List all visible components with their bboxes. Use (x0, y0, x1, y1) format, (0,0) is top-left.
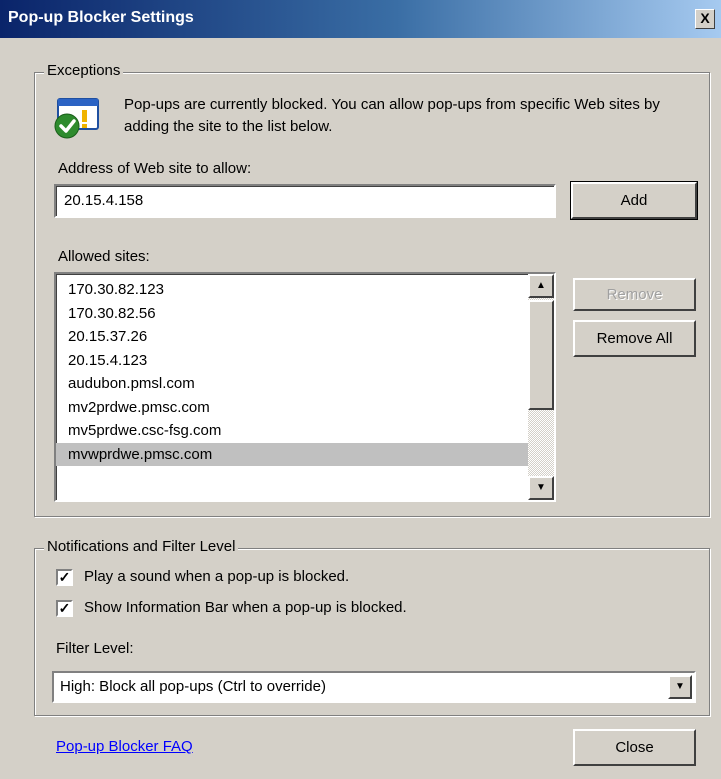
address-input[interactable]: 20.15.4.158 (54, 184, 556, 218)
filter-level-select[interactable]: High: Block all pop-ups (Ctrl to overrid… (52, 671, 696, 703)
add-button-label: Add (620, 192, 648, 209)
arrow-down-icon: ▼ (536, 482, 546, 493)
scroll-up-button[interactable]: ▲ (528, 274, 554, 298)
close-button-label: Close (615, 739, 654, 756)
remove-all-button-label: Remove All (596, 330, 673, 347)
list-item[interactable]: 170.30.82.123 (56, 278, 538, 302)
allowed-sites-list[interactable]: 170.30.82.123 170.30.82.56 20.15.37.26 2… (54, 272, 556, 502)
info-bar-label[interactable]: Show Information Bar when a pop-up is bl… (84, 599, 407, 616)
list-item[interactable]: mv2prdwe.pmsc.com (56, 396, 538, 420)
list-item[interactable]: 20.15.4.123 (56, 349, 538, 373)
list-item[interactable]: 170.30.82.56 (56, 302, 538, 326)
chevron-down-icon: ▼ (675, 681, 685, 692)
window-close-button[interactable]: X (695, 9, 715, 29)
allowed-sites-label: Allowed sites: (58, 248, 150, 265)
list-item[interactable]: mv5prdwe.csc-fsg.com (56, 419, 538, 443)
list-item[interactable]: audubon.pmsl.com (56, 372, 538, 396)
remove-button-label: Remove (606, 286, 663, 303)
window-title: Pop-up Blocker Settings (8, 9, 194, 26)
play-sound-label[interactable]: Play a sound when a pop-up is blocked. (84, 568, 349, 585)
arrow-up-icon: ▲ (536, 280, 546, 291)
remove-all-button[interactable]: Remove All (573, 320, 696, 357)
notifications-legend: Notifications and Filter Level (44, 538, 239, 555)
exceptions-legend: Exceptions (44, 62, 124, 79)
list-scrollbar[interactable]: ▲ ▼ (528, 274, 554, 500)
info-bar-checkbox[interactable]: ✓ (56, 600, 73, 617)
filter-level-value: High: Block all pop-ups (Ctrl to overrid… (60, 678, 326, 695)
close-button[interactable]: Close (573, 729, 696, 766)
scroll-thumb[interactable] (528, 300, 554, 410)
faq-link[interactable]: Pop-up Blocker FAQ (56, 738, 193, 755)
popup-blocker-dialog: Pop-up Blocker Settings X Exceptions Pop… (0, 0, 721, 779)
remove-button[interactable]: Remove (573, 278, 696, 311)
info-message: Pop-ups are currently blocked. You can a… (124, 96, 660, 135)
title-bar[interactable]: Pop-up Blocker Settings X (0, 0, 721, 38)
scroll-down-button[interactable]: ▼ (528, 476, 554, 500)
add-button[interactable]: Add (570, 181, 698, 220)
dropdown-button[interactable]: ▼ (668, 675, 692, 699)
filter-level-label: Filter Level: (56, 640, 134, 657)
shield-check-icon (52, 95, 102, 141)
list-item[interactable]: 20.15.37.26 (56, 325, 538, 349)
address-label: Address of Web site to allow: (58, 160, 252, 177)
list-item-selected[interactable]: mvwprdwe.pmsc.com (56, 442, 538, 466)
play-sound-checkbox[interactable]: ✓ (56, 569, 73, 586)
